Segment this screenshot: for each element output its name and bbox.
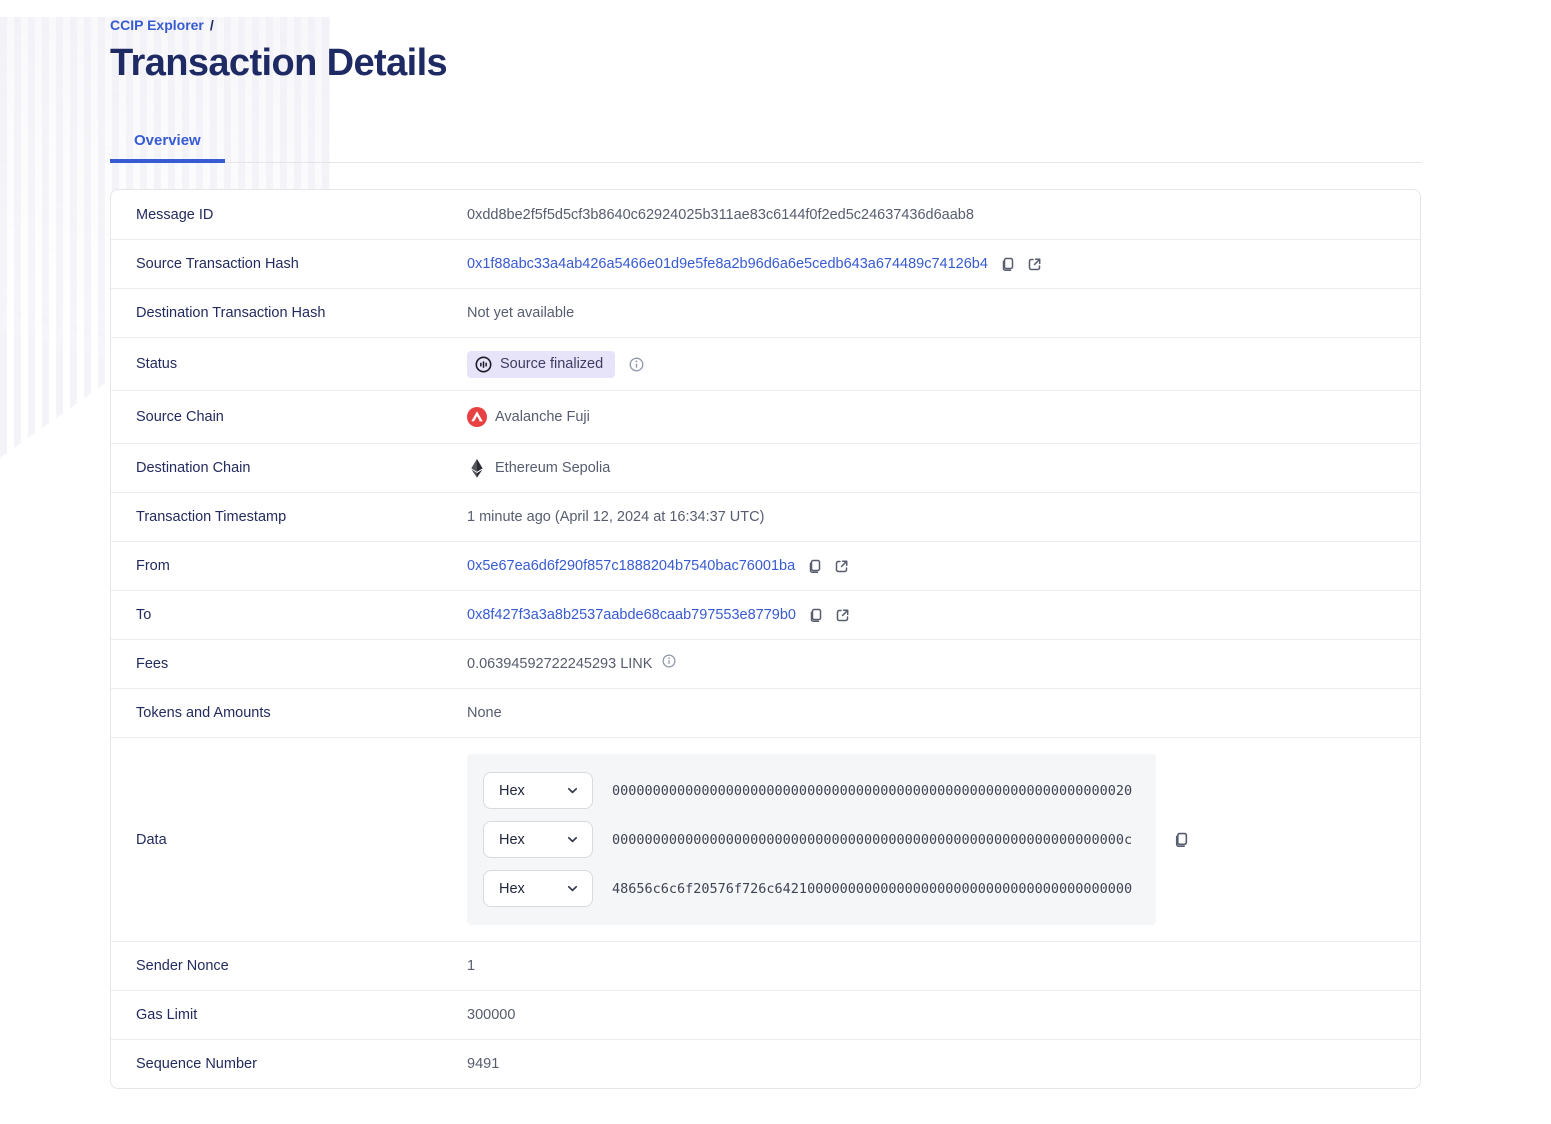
data-hex-value: 0000000000000000000000000000000000000000… <box>612 782 1133 799</box>
row-label: Data <box>136 831 167 848</box>
page-title: Transaction Details <box>110 42 448 84</box>
data-hex-value: 48656c6c6f20576f726c64210000000000000000… <box>612 880 1133 897</box>
status-info-icon[interactable] <box>629 357 644 372</box>
table-row-data: Data Hex 0000000000000000000000000000000… <box>111 737 1420 941</box>
gas-limit-value: 300000 <box>467 1007 516 1023</box>
destination-transaction-hash-value: Not yet available <box>467 305 575 321</box>
row-label: Status <box>136 356 178 372</box>
row-label: Source Transaction Hash <box>136 256 299 272</box>
row-label: Destination Transaction Hash <box>136 305 326 321</box>
tokens-and-amounts-value: None <box>467 705 502 721</box>
copy-icon[interactable] <box>807 559 822 574</box>
data-hex-line: Hex 000000000000000000000000000000000000… <box>483 772 1140 809</box>
breadcrumb-separator: / <box>209 17 214 33</box>
table-row-gas-limit: Gas Limit 300000 <box>111 990 1420 1039</box>
source-finalized-icon <box>475 356 492 372</box>
row-label: Source Chain <box>136 409 224 425</box>
encoding-select[interactable]: Hex <box>483 772 593 809</box>
fees-value: 0.06394592722245293 LINK <box>467 656 653 672</box>
status-badge-label: Source finalized <box>500 356 604 372</box>
data-hex-value: 0000000000000000000000000000000000000000… <box>612 831 1133 848</box>
table-row-fees: Fees 0.06394592722245293 LINK <box>111 639 1420 688</box>
copy-icon[interactable] <box>808 608 823 623</box>
ethereum-sepolia-icon <box>467 458 487 478</box>
copy-icon[interactable] <box>1000 257 1015 272</box>
row-label: To <box>136 607 152 623</box>
chevron-down-icon <box>567 885 578 892</box>
encoding-select-value: Hex <box>499 782 525 799</box>
chevron-down-icon <box>567 836 578 843</box>
transaction-details-table: Message ID 0xdd8be2f5f5d5cf3b8640c629240… <box>110 189 1421 1089</box>
data-hex-line: Hex 000000000000000000000000000000000000… <box>483 821 1140 858</box>
chevron-down-icon <box>567 787 578 794</box>
row-label: Message ID <box>136 206 214 223</box>
external-link-icon[interactable] <box>1027 257 1042 272</box>
destination-chain-name: Ethereum Sepolia <box>495 460 611 476</box>
table-row-from: From 0x5e67ea6d6f290f857c1888204b7540bac… <box>111 541 1420 590</box>
transaction-timestamp-value: 1 minute ago (April 12, 2024 at 16:34:37… <box>467 509 765 525</box>
status-badge: Source finalized <box>467 350 616 378</box>
from-address-link[interactable]: 0x5e67ea6d6f290f857c1888204b7540bac76001… <box>467 558 795 574</box>
encoding-select-value: Hex <box>499 831 525 848</box>
table-row-sequence-number: Sequence Number 9491 <box>111 1039 1420 1088</box>
sequence-number-value: 9491 <box>467 1056 500 1072</box>
row-label: Transaction Timestamp <box>136 509 287 525</box>
encoding-select[interactable]: Hex <box>483 870 593 907</box>
data-hex-box: Hex 000000000000000000000000000000000000… <box>467 754 1156 925</box>
table-row-tokens-and-amounts: Tokens and Amounts None <box>111 688 1420 737</box>
external-link-icon[interactable] <box>835 608 850 623</box>
row-label: Sender Nonce <box>136 958 229 974</box>
row-label: Fees <box>136 656 169 672</box>
table-row-destination-chain: Destination Chain Ethereum Sepolia <box>111 443 1420 492</box>
source-transaction-hash-link[interactable]: 0x1f88abc33a4ab426a5466e01d9e5fe8a2b96d6… <box>467 256 988 272</box>
tab-overview[interactable]: Overview <box>110 119 225 163</box>
fees-info-icon[interactable] <box>662 654 676 668</box>
avalanche-fuji-icon <box>467 407 487 427</box>
table-row-to: To 0x8f427f3a3a8b2537aabde68caab797553e8… <box>111 590 1420 639</box>
encoding-select[interactable]: Hex <box>483 821 593 858</box>
data-hex-line: Hex 48656c6c6f20576f726c6421000000000000… <box>483 870 1140 907</box>
message-id-value: 0xdd8be2f5f5d5cf3b8640c62924025b311ae83c… <box>467 206 974 223</box>
breadcrumb-link-ccip-explorer[interactable]: CCIP Explorer <box>110 17 204 33</box>
table-row-source-chain: Source Chain Avalanche Fuji <box>111 390 1420 443</box>
copy-icon[interactable] <box>1173 832 1189 848</box>
source-chain-name: Avalanche Fuji <box>495 409 590 425</box>
to-address-link[interactable]: 0x8f427f3a3a8b2537aabde68caab797553e8779… <box>467 607 796 623</box>
row-label: Gas Limit <box>136 1007 198 1023</box>
row-label: Destination Chain <box>136 460 251 476</box>
table-row-source-transaction-hash: Source Transaction Hash 0x1f88abc33a4ab4… <box>111 239 1420 288</box>
row-label: Sequence Number <box>136 1056 257 1072</box>
sender-nonce-value: 1 <box>467 958 476 974</box>
external-link-icon[interactable] <box>834 559 849 574</box>
encoding-select-value: Hex <box>499 880 525 897</box>
row-label: From <box>136 558 170 574</box>
table-row-sender-nonce: Sender Nonce 1 <box>111 941 1420 990</box>
row-label: Tokens and Amounts <box>136 705 271 721</box>
table-row-message-id: Message ID 0xdd8be2f5f5d5cf3b8640c629240… <box>111 190 1420 239</box>
table-row-transaction-timestamp: Transaction Timestamp 1 minute ago (Apri… <box>111 492 1420 541</box>
table-row-destination-transaction-hash: Destination Transaction Hash Not yet ava… <box>111 288 1420 337</box>
page-content: CCIP Explorer / Transaction Details Over… <box>0 17 1551 1089</box>
breadcrumb: CCIP Explorer / <box>110 17 1421 33</box>
table-row-status: Status Source finalized <box>111 337 1420 390</box>
tab-bar: Overview <box>110 119 1421 163</box>
